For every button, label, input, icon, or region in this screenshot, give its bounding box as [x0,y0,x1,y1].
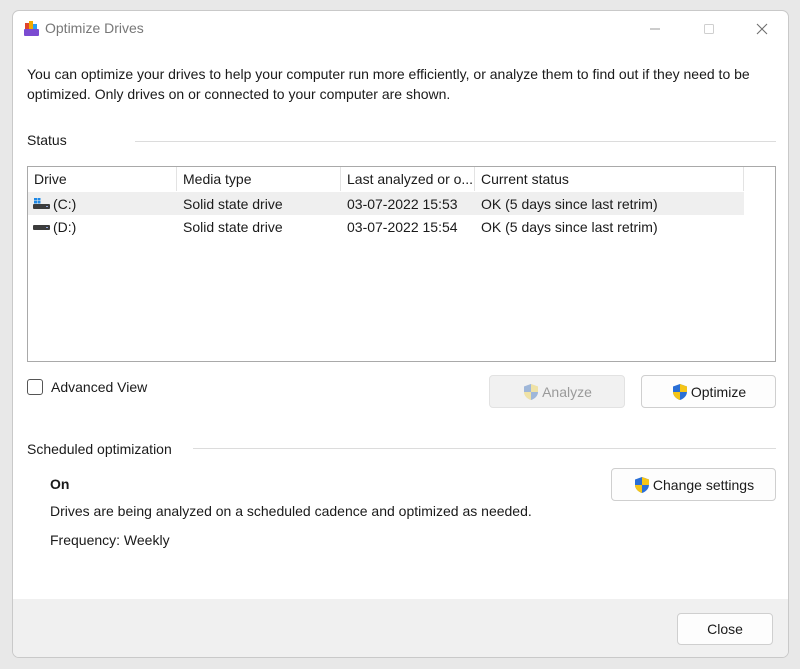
window-title: Optimize Drives [45,20,144,36]
scheduled-section-label: Scheduled optimization [27,441,172,457]
close-button[interactable]: Close [677,613,773,645]
analyze-label: Analyze [542,383,592,400]
change-settings-button[interactable]: Change settings [611,468,776,501]
drive-name: (C:) [53,195,77,212]
maximize-button[interactable] [686,15,732,43]
advanced-view-option[interactable]: Advanced View [27,379,147,395]
close-window-button[interactable] [739,15,785,43]
current-status-cell: OK (5 days since last retrim) [481,218,658,235]
title-bar: Optimize Drives [13,11,788,45]
media-type-cell: Solid state drive [183,218,283,235]
last-analyzed-cell: 03-07-2022 15:53 [347,195,458,212]
list-header: Drive Media type Last analyzed or o... C… [28,167,744,191]
optimize-button[interactable]: Optimize [641,375,776,408]
column-header-media-type[interactable]: Media type [177,167,341,191]
minimize-button[interactable] [632,15,678,43]
status-divider [135,141,776,142]
close-label: Close [707,621,743,637]
advanced-view-label: Advanced View [51,379,148,395]
schedule-state: On [50,476,70,492]
optimize-label: Optimize [690,383,747,400]
uac-shield-icon [634,476,649,493]
analyze-button[interactable]: Analyze [489,375,625,408]
schedule-description: Drives are being analyzed on a scheduled… [50,503,532,519]
intro-text: You can optimize your drives to help you… [27,66,750,102]
column-header-current-status[interactable]: Current status [475,167,744,191]
current-status-cell: OK (5 days since last retrim) [481,195,658,212]
maximize-icon [704,24,714,34]
drive-name: (D:) [53,218,77,235]
schedule-frequency: Frequency: Weekly [50,532,170,548]
status-section-label: Status [27,132,67,148]
media-type-cell: Solid state drive [183,195,283,212]
drive-cell: (C:) [28,196,177,212]
scheduled-divider [193,448,776,449]
drive-row-c[interactable]: (C:) Solid state drive 03-07-2022 15:53 … [28,192,744,215]
drives-list[interactable]: Drive Media type Last analyzed or o... C… [27,166,776,362]
minimize-icon [650,28,660,30]
drive-cell: (D:) [28,219,177,235]
footer-bar [13,599,788,657]
column-header-drive[interactable]: Drive [28,167,177,191]
change-settings-label: Change settings [652,476,755,493]
drive-row-d[interactable]: (D:) Solid state drive 03-07-2022 15:54 … [28,215,744,238]
uac-shield-icon [524,383,539,400]
optimize-drives-app-icon [24,21,39,36]
column-header-last-analyzed[interactable]: Last analyzed or o... [341,167,475,191]
optimize-drives-window: Optimize Drives You can optimize your dr… [12,10,789,658]
close-icon [756,23,768,35]
windows-drive-icon [33,197,50,209]
drive-icon [33,224,50,230]
advanced-view-checkbox[interactable] [27,379,43,395]
uac-shield-icon [672,383,687,400]
last-analyzed-cell: 03-07-2022 15:54 [347,218,458,235]
